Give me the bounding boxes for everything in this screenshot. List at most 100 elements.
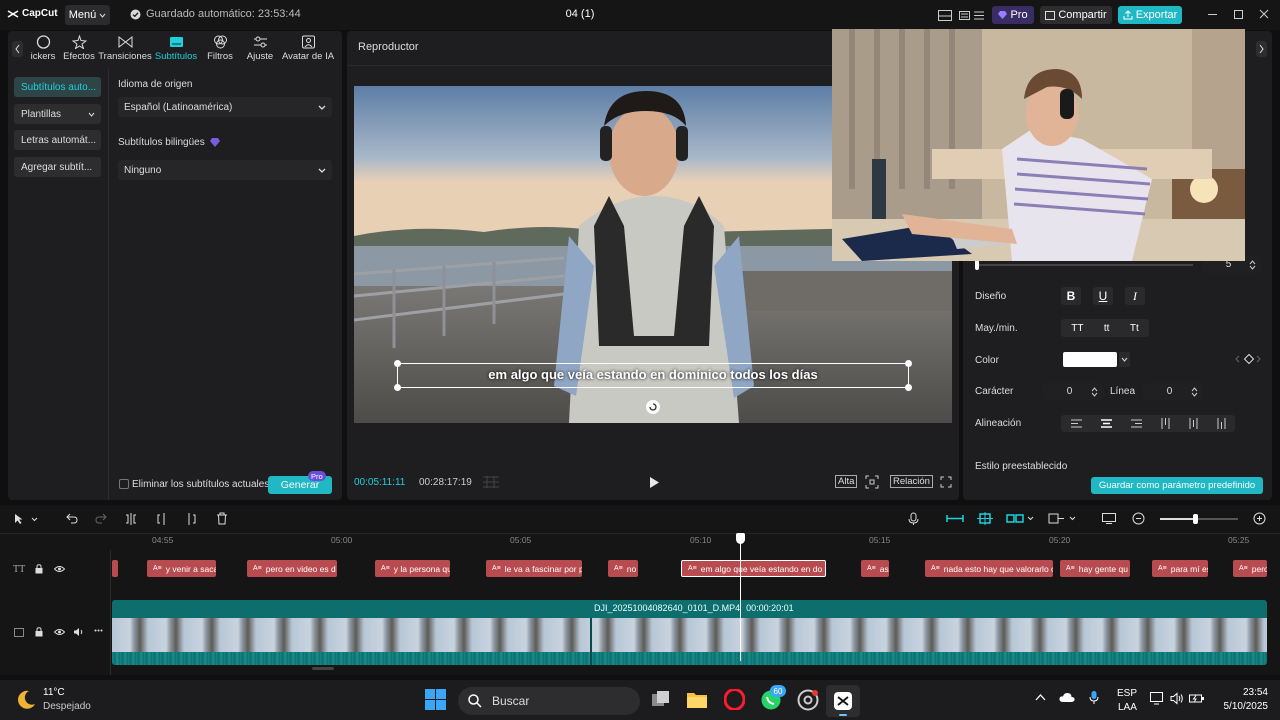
save-preset-button[interactable]: Guardar como parámetro predefinido [1091, 477, 1263, 494]
subtitle-clip[interactable]: A≡ pero [1233, 560, 1267, 577]
align-top-icon[interactable] [1161, 418, 1170, 429]
subtitle-clip[interactable]: A≡ y la persona qu [375, 560, 450, 577]
delete-icon[interactable] [216, 512, 228, 525]
rotate-handle[interactable] [646, 400, 660, 414]
auto-snap-icon[interactable] [977, 512, 993, 525]
capcut-taskbar-button[interactable] [826, 685, 860, 717]
language-indicator-bottom[interactable]: LAA [1118, 702, 1137, 713]
more-options-icon[interactable] [94, 629, 103, 632]
resize-handle-bottom-right[interactable] [905, 384, 912, 391]
line-spacing-stepper[interactable]: 0 [1143, 383, 1203, 400]
case-title-button[interactable]: Tt [1130, 323, 1139, 334]
align-middle-icon[interactable] [1189, 418, 1198, 429]
source-language-dropdown[interactable]: Español (Latinoamérica) [118, 97, 332, 117]
subtitle-clip[interactable] [112, 560, 118, 577]
fullscreen-icon[interactable] [940, 476, 952, 488]
size-slider-thumb[interactable] [975, 260, 979, 270]
resize-handle-top-right[interactable] [905, 360, 912, 367]
subtitle-clip[interactable]: A≡ no [608, 560, 638, 577]
opera-icon[interactable] [724, 689, 745, 710]
eye-icon[interactable] [54, 565, 65, 573]
remove-current-checkbox[interactable] [119, 479, 129, 489]
subtitle-clip[interactable]: A≡ pero en video es d [247, 560, 337, 577]
taskbar-search[interactable]: Buscar [458, 687, 640, 715]
case-upper-button[interactable]: TT [1071, 323, 1083, 334]
subtitle-clip[interactable]: A≡ y venir a saca [147, 560, 216, 577]
caption-text[interactable]: em algo que veía estando en domínico tod… [397, 367, 909, 382]
zoom-slider-thumb[interactable] [1193, 514, 1198, 524]
microphone-icon[interactable] [908, 512, 919, 526]
share-button[interactable]: Compartir [1040, 6, 1112, 24]
layout-icon[interactable] [936, 6, 954, 24]
magnet-link-icon[interactable] [946, 513, 964, 524]
tab-transitions[interactable]: Transiciones [98, 31, 152, 65]
windows-start-icon[interactable] [425, 689, 446, 710]
tabs-scroll-right[interactable] [1256, 41, 1267, 57]
tab-stickers[interactable]: ickers [26, 31, 60, 65]
color-swatch[interactable] [1063, 352, 1117, 367]
split-icon[interactable] [125, 513, 137, 525]
link-clips-icon[interactable] [1006, 513, 1036, 524]
tab-adjust[interactable]: Ajuste [240, 31, 280, 65]
align-center-icon[interactable] [1100, 419, 1112, 428]
underline-button[interactable]: U [1093, 287, 1113, 305]
subtitle-clip-selected[interactable]: A≡ em algo que veía estando en do [681, 560, 826, 577]
subtitle-clip[interactable]: A≡ para mí es [1152, 560, 1208, 577]
clock-date[interactable]: 5/10/2025 [1218, 701, 1269, 712]
subtitle-clip[interactable]: A≡ hay gente qu [1060, 560, 1130, 577]
clock-time[interactable]: 23:54 [1230, 687, 1268, 698]
weather-temperature[interactable]: 11°C [43, 687, 65, 698]
select-tool-icon[interactable] [14, 513, 38, 525]
close-button[interactable] [1258, 8, 1270, 20]
play-button[interactable] [648, 476, 660, 489]
language-indicator-top[interactable]: ESP [1117, 688, 1137, 699]
time-ruler[interactable]: 04:55 05:00 05:05 05:10 05:15 05:20 05:2… [112, 535, 1272, 549]
tab-ai-avatar[interactable]: Avatar de IA [280, 31, 336, 65]
ratio-button[interactable]: Relación [890, 475, 933, 488]
char-spacing-stepper[interactable]: 0 [1043, 383, 1103, 400]
export-button[interactable]: Exportar [1118, 6, 1182, 24]
lock-icon[interactable] [35, 627, 43, 637]
italic-button[interactable]: I [1125, 287, 1145, 305]
zoom-out-icon[interactable] [1132, 512, 1145, 525]
volume-icon[interactable] [1170, 692, 1184, 705]
weather-moon-icon[interactable] [15, 689, 37, 711]
trim-right-icon[interactable] [185, 513, 197, 525]
eye-icon[interactable] [54, 628, 65, 636]
chrome-icon[interactable] [797, 689, 819, 711]
weather-condition[interactable]: Despejado [43, 701, 91, 712]
align-bottom-icon[interactable] [1217, 418, 1226, 429]
align-left-icon[interactable] [1070, 419, 1082, 428]
file-explorer-icon[interactable] [686, 690, 708, 709]
resize-handle-top-left[interactable] [394, 360, 401, 367]
microphone-tray-icon[interactable] [1089, 690, 1099, 705]
maximize-button[interactable] [1234, 10, 1243, 19]
undo-icon[interactable] [66, 513, 78, 524]
bold-button[interactable]: B [1061, 287, 1081, 305]
tabs-scroll-left[interactable] [12, 41, 23, 57]
more-menu-icon[interactable] [972, 6, 986, 24]
subtitle-clip[interactable]: A≡ le va a fascinar por p [486, 560, 582, 577]
tab-subtitles[interactable]: Subtítulos [152, 31, 200, 65]
minimize-button[interactable] [1208, 14, 1217, 15]
lock-icon[interactable] [35, 564, 43, 574]
tray-overflow-icon[interactable] [1035, 694, 1046, 701]
auto-lyrics-button[interactable]: Letras automát... [14, 130, 101, 150]
auto-subtitles-button[interactable]: Subtítulos auto... [14, 77, 101, 97]
preview-axis-icon[interactable] [1048, 513, 1078, 524]
display-icon[interactable] [1150, 692, 1165, 705]
task-view-icon[interactable] [651, 690, 671, 708]
resize-handle-bottom-left[interactable] [394, 384, 401, 391]
keyframe-icon[interactable] [1235, 353, 1261, 365]
subtitle-clip[interactable]: A≡asi [861, 560, 889, 577]
trim-left-icon[interactable] [156, 513, 168, 525]
align-right-icon[interactable] [1130, 419, 1142, 428]
size-slider-track[interactable] [977, 264, 1193, 266]
quality-button[interactable]: Alta [835, 475, 858, 488]
tab-effects[interactable]: Efectos [60, 31, 98, 65]
bilingual-dropdown[interactable]: Ninguno [118, 160, 332, 180]
timeline-preview-icon[interactable] [1102, 513, 1116, 524]
fit-screen-icon[interactable] [865, 475, 879, 489]
color-dropdown[interactable] [1119, 352, 1130, 367]
menu-button[interactable]: Menú [65, 5, 110, 25]
